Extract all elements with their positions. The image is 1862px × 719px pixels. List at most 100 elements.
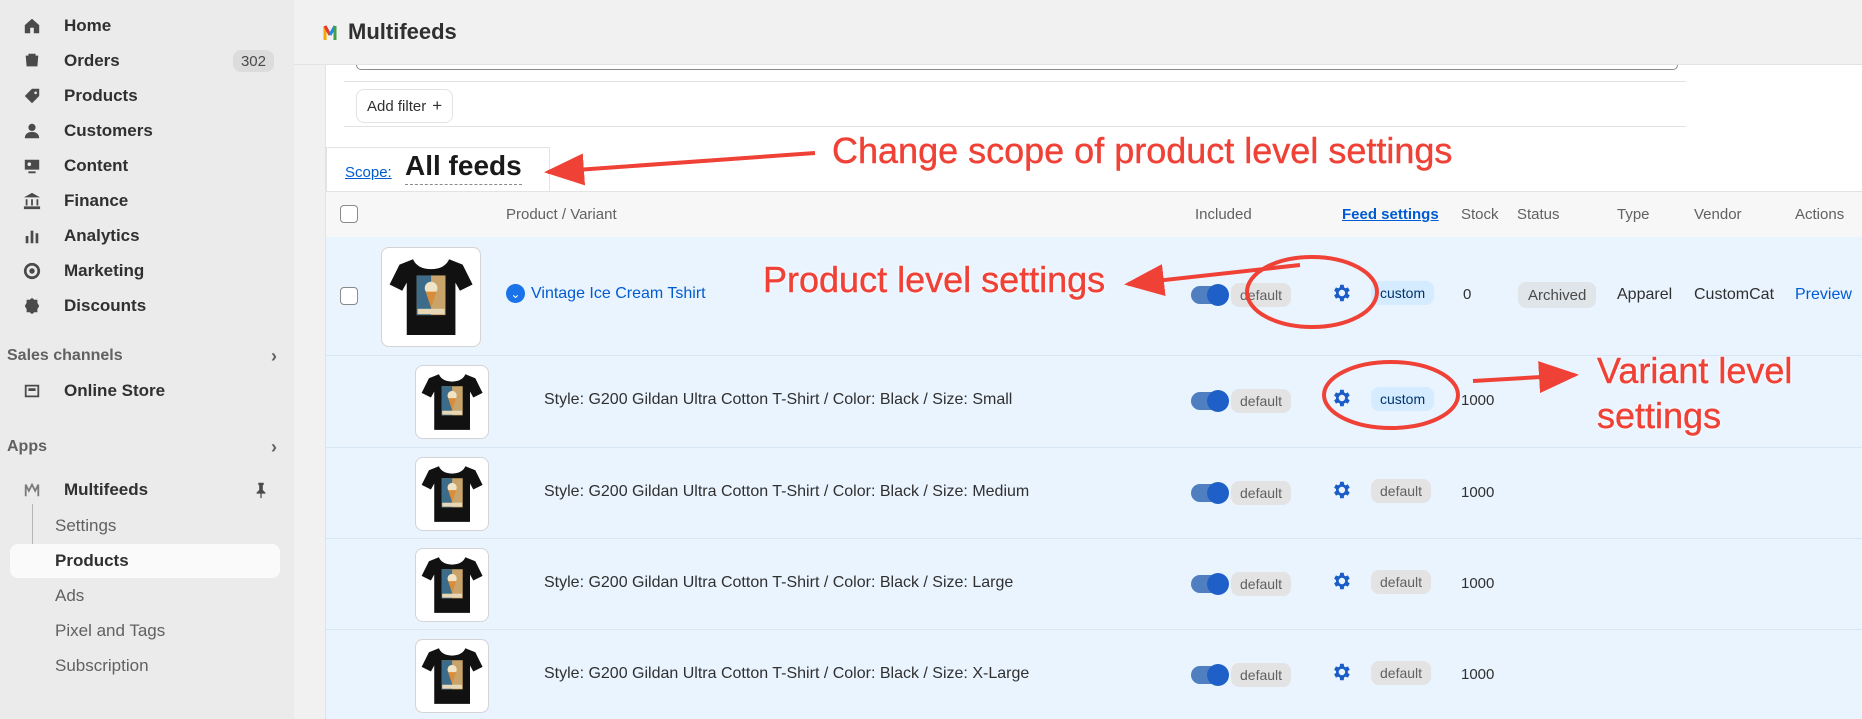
- sidebar-item-orders[interactable]: Orders 302: [10, 46, 280, 76]
- status-badge: Archived: [1518, 282, 1597, 308]
- preview-link[interactable]: Preview: [1795, 286, 1852, 304]
- column-header-status[interactable]: Status: [1517, 206, 1560, 223]
- select-all-checkbox[interactable]: [340, 205, 358, 223]
- sidebar-item-content[interactable]: Content: [10, 151, 280, 181]
- target-icon: [22, 261, 42, 281]
- sidebar-item-marketing[interactable]: Marketing: [10, 256, 280, 286]
- stock-value: 1000: [1461, 575, 1495, 592]
- included-toggle[interactable]: [1191, 284, 1229, 306]
- sidebar-item-online-store[interactable]: Online Store: [10, 376, 280, 406]
- column-header-actions[interactable]: Actions: [1795, 206, 1844, 223]
- feed-setting-pill[interactable]: default: [1371, 661, 1432, 685]
- feed-setting-pill[interactable]: default: [1371, 479, 1432, 503]
- divider: [344, 126, 1686, 127]
- sidebar-item-label: Finance: [64, 191, 129, 210]
- orders-count-badge: 302: [232, 50, 274, 72]
- chevron-right-icon: ›: [271, 345, 277, 366]
- annotation-variant-note-line1: Variant level: [1597, 350, 1793, 391]
- plus-icon: +: [432, 96, 443, 115]
- sidebar-item-label: Discounts: [64, 296, 147, 315]
- sidebar-subitem-pixel-and-tags[interactable]: Pixel and Tags: [10, 614, 280, 648]
- feed-setting-pill[interactable]: custom: [1371, 281, 1435, 305]
- sidebar-item-multifeeds[interactable]: Multifeeds: [10, 475, 280, 505]
- add-filter-button[interactable]: Add filter +: [356, 89, 454, 123]
- tshirt-image: [389, 259, 473, 335]
- annotation-scope-note: Change scope of product level settings: [832, 130, 1453, 171]
- variant-thumbnail: [415, 548, 489, 622]
- sidebar-item-label: Marketing: [64, 261, 145, 280]
- feed-setting-pill[interactable]: custom: [1371, 387, 1435, 411]
- annotation-product-note: Product level settings: [763, 259, 1106, 300]
- column-header-included[interactable]: Included: [1195, 206, 1252, 223]
- sidebar-subitem-subscription[interactable]: Subscription: [10, 649, 280, 683]
- column-header-stock[interactable]: Stock: [1461, 206, 1499, 223]
- product-name-link[interactable]: ⌄ Vintage Ice Cream Tshirt: [506, 284, 706, 303]
- sidebar-item-analytics[interactable]: Analytics: [10, 221, 280, 251]
- app-header: Multifeeds: [294, 0, 1862, 65]
- add-filter-label: Add filter: [367, 97, 427, 115]
- included-toggle[interactable]: [1191, 664, 1229, 686]
- row-checkbox[interactable]: [340, 287, 358, 305]
- toggle-knob: [1207, 482, 1229, 504]
- variant-name: Style: G200 Gildan Ultra Cotton T-Shirt …: [544, 665, 1030, 682]
- sidebar-item-label: Multifeeds: [64, 480, 149, 499]
- sidebar-item-label: Home: [64, 16, 112, 35]
- discount-icon: [22, 296, 42, 316]
- scope-link[interactable]: Scope:: [345, 164, 392, 181]
- variant-thumbnail: [415, 365, 489, 439]
- gear-icon[interactable]: [1330, 570, 1352, 592]
- column-header-product[interactable]: Product / Variant: [506, 206, 617, 223]
- stock-value: 0: [1463, 286, 1472, 303]
- gear-icon[interactable]: [1330, 479, 1352, 501]
- column-header-type[interactable]: Type: [1617, 206, 1650, 223]
- apps-section[interactable]: Apps ›: [7, 434, 283, 460]
- variant-name: Style: G200 Gildan Ultra Cotton T-Shirt …: [544, 574, 1014, 591]
- table-header: Product / Variant Included Feed settings…: [326, 191, 1862, 238]
- sidebar-subitem-settings[interactable]: Settings: [10, 509, 280, 543]
- page-title: Multifeeds: [348, 19, 457, 44]
- included-pill: default: [1231, 572, 1292, 596]
- included-toggle[interactable]: [1191, 482, 1229, 504]
- included-pill: default: [1231, 389, 1292, 413]
- sidebar-item-label: Orders: [64, 51, 120, 70]
- included-toggle[interactable]: [1191, 573, 1229, 595]
- feed-setting-pill[interactable]: default: [1371, 570, 1432, 594]
- gear-icon[interactable]: [1330, 387, 1352, 409]
- included-toggle[interactable]: [1191, 390, 1229, 412]
- toggle-knob: [1207, 390, 1229, 412]
- included-pill: default: [1231, 283, 1292, 307]
- bank-icon: [22, 191, 42, 211]
- stock-value: 1000: [1461, 666, 1495, 683]
- toggle-knob: [1207, 284, 1229, 306]
- variant-name: Style: G200 Gildan Ultra Cotton T-Shirt …: [544, 483, 1030, 500]
- sidebar-item-home[interactable]: Home: [10, 11, 280, 41]
- sidebar-item-products[interactable]: Products: [10, 81, 280, 111]
- variant-thumbnail: [415, 457, 489, 531]
- table-row-variant[interactable]: Style: G200 Gildan Ultra Cotton T-Shirt …: [326, 539, 1862, 630]
- sidebar-item-finance[interactable]: Finance: [10, 186, 280, 216]
- column-header-vendor[interactable]: Vendor: [1694, 206, 1742, 223]
- tshirt-image: [421, 648, 483, 704]
- tag-icon: [22, 86, 42, 106]
- tshirt-image: [421, 557, 483, 613]
- sidebar-subitem-ads[interactable]: Ads: [10, 579, 280, 613]
- chevron-right-icon: ›: [271, 436, 277, 457]
- sidebar-item-discounts[interactable]: Discounts: [10, 291, 280, 321]
- sidebar: Home Orders 302 Products Customers Conte…: [0, 0, 294, 719]
- gear-icon[interactable]: [1330, 282, 1352, 304]
- sidebar-item-customers[interactable]: Customers: [10, 116, 280, 146]
- search-input[interactable]: [356, 65, 1678, 70]
- table-row-variant[interactable]: Style: G200 Gildan Ultra Cotton T-Shirt …: [326, 630, 1862, 719]
- tshirt-image: [421, 466, 483, 522]
- apps-heading: Apps: [7, 438, 47, 455]
- sales-channels-section[interactable]: Sales channels ›: [7, 343, 283, 369]
- table-row-variant[interactable]: Style: G200 Gildan Ultra Cotton T-Shirt …: [326, 448, 1862, 539]
- person-icon: [22, 121, 42, 141]
- sidebar-item-label: Products: [64, 86, 138, 105]
- sidebar-subitem-products[interactable]: Products: [10, 544, 280, 578]
- pin-icon[interactable]: [252, 481, 270, 504]
- scope-value[interactable]: All feeds: [405, 150, 522, 185]
- gear-icon[interactable]: [1330, 661, 1352, 683]
- column-header-feed-settings[interactable]: Feed settings: [1342, 206, 1439, 223]
- annotation-variant-note-line2: settings: [1597, 395, 1722, 436]
